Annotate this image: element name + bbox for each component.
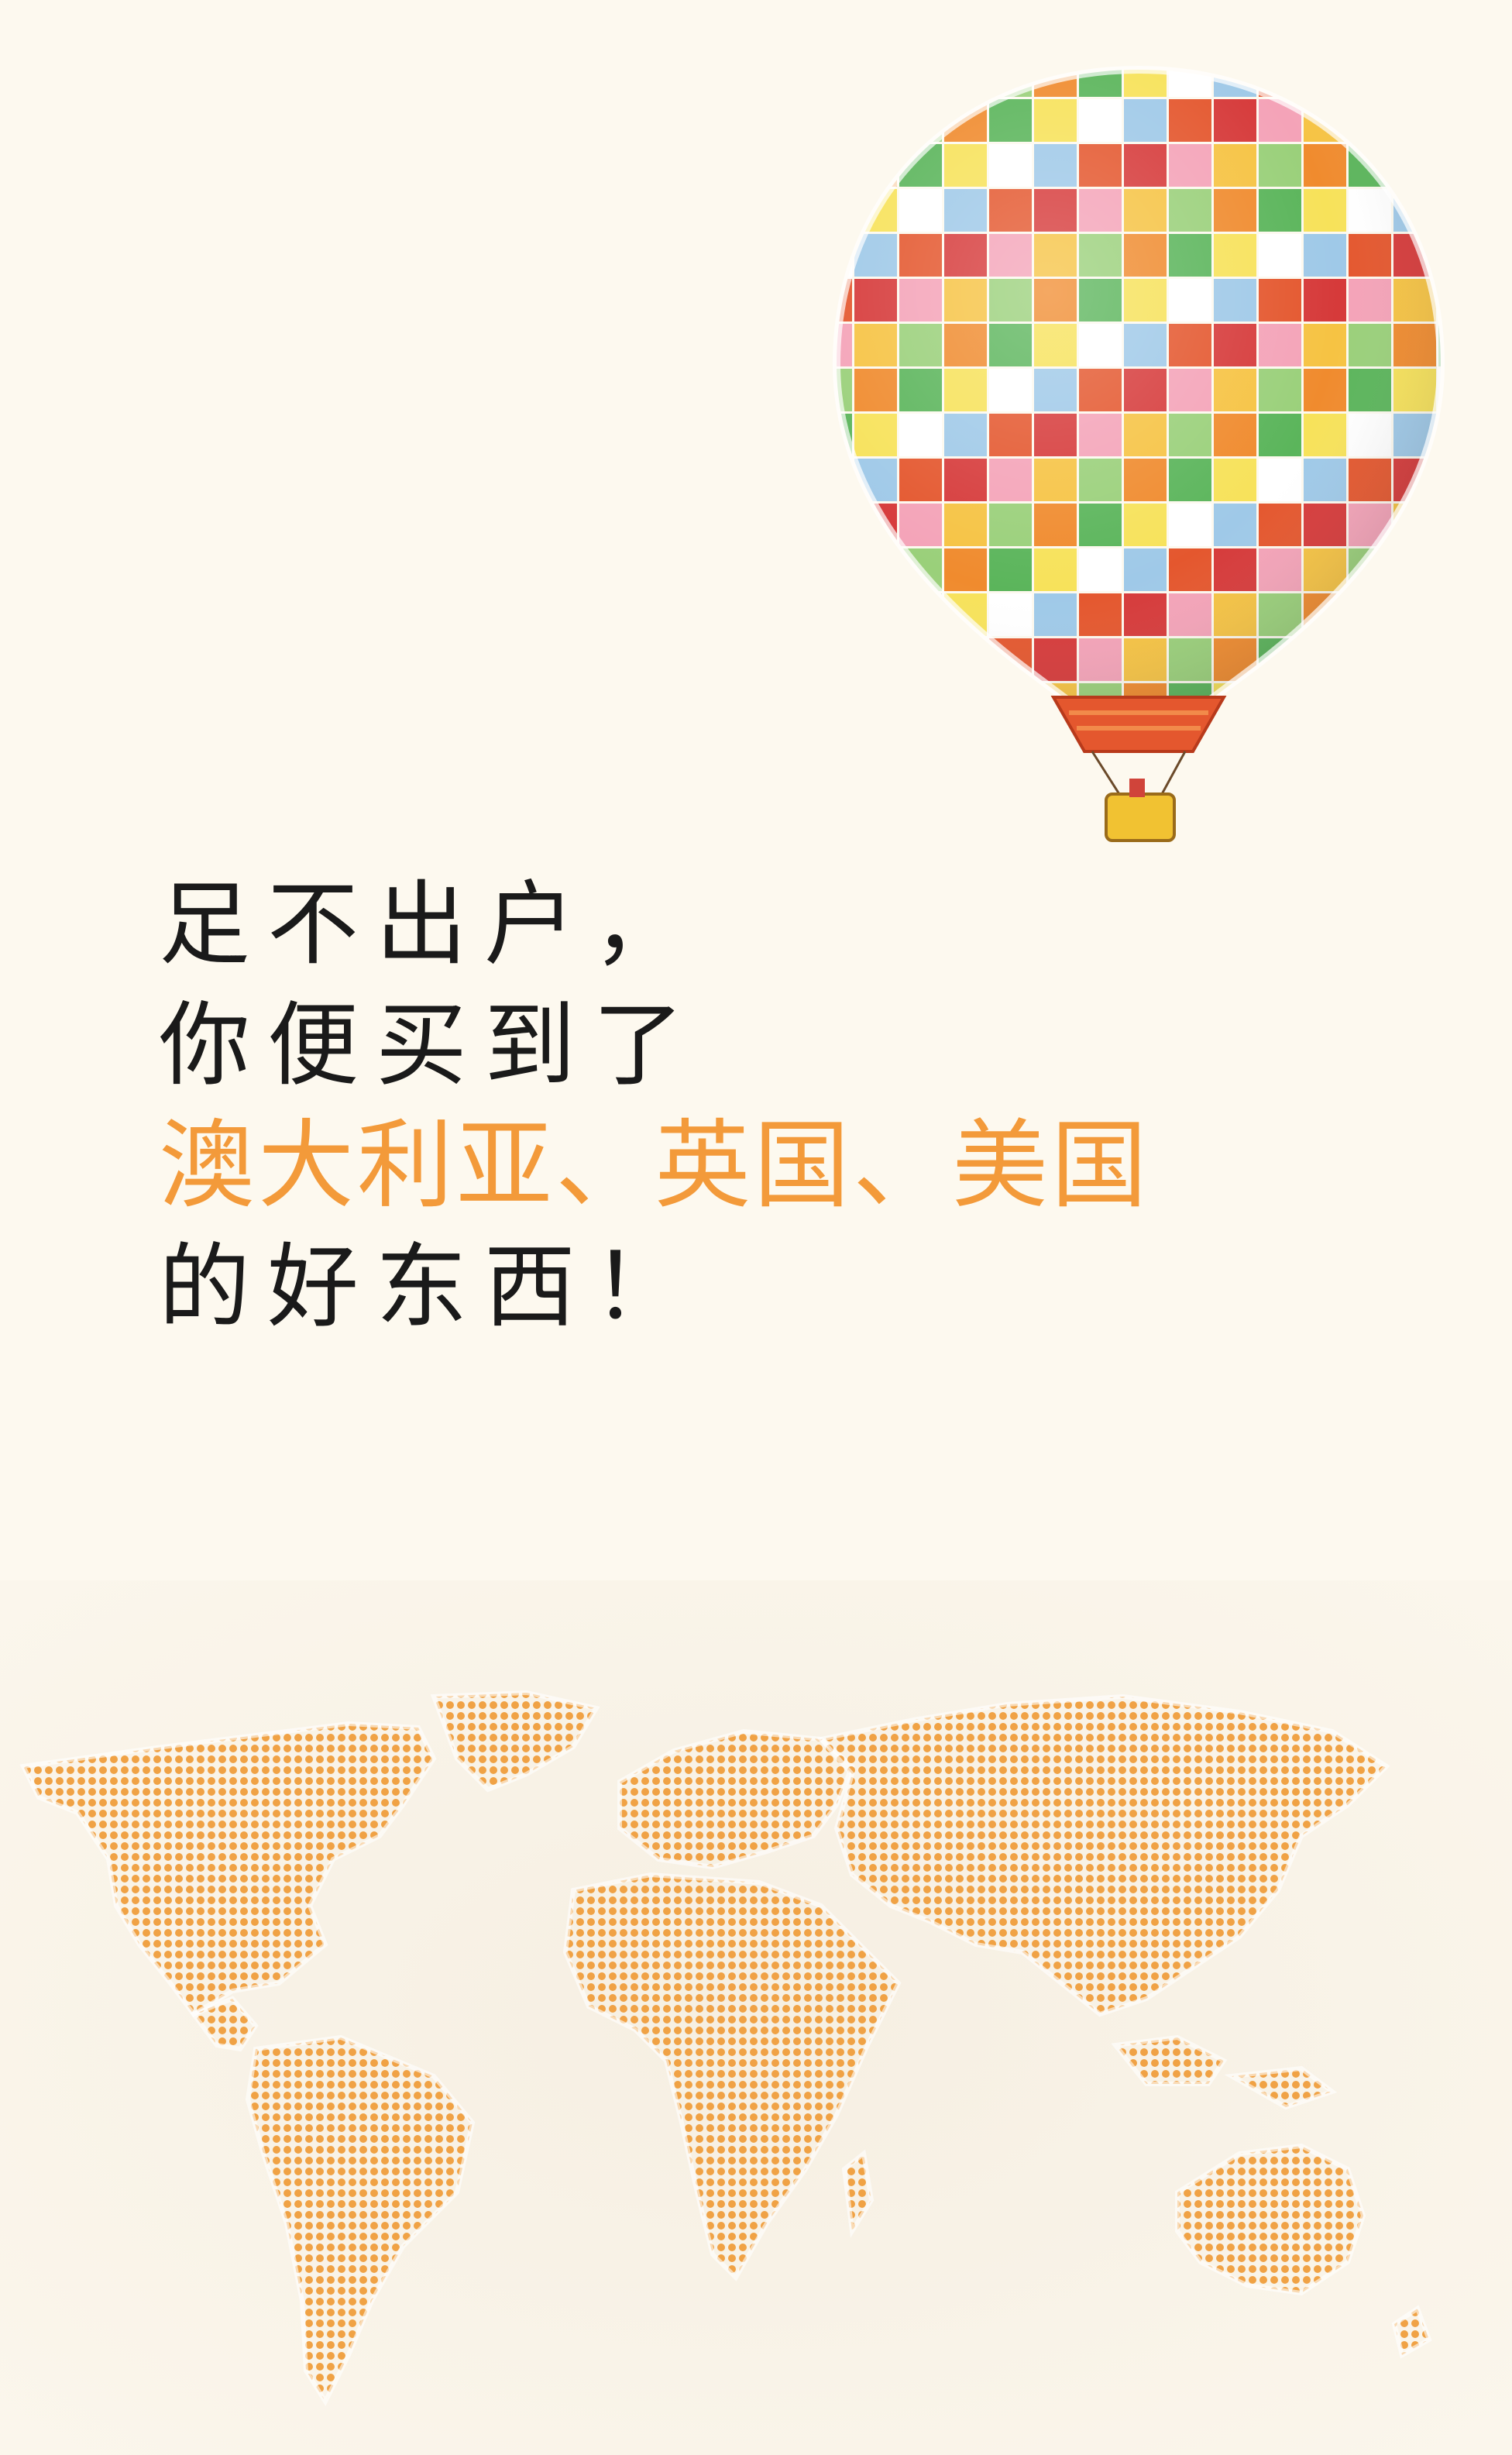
hot-air-balloon-illustration [832, 65, 1445, 842]
headline-line-2: 你便买到了 [159, 992, 702, 1099]
poster: 足不出户， 你便买到了 澳大利亚、英国、美国 的好东西！ [0, 0, 1512, 2455]
headline-line-4: 的好东西！ [159, 1233, 702, 1340]
headline-countries: 澳大利亚、英国、美国 [159, 1110, 1151, 1222]
headline: 足不出户， 你便买到了 澳大利亚、英国、美国 的好东西！ [159, 864, 1398, 1347]
headline-line-1: 足不出户， [159, 871, 702, 978]
dotted-world-map-illustration [0, 1580, 1512, 2455]
balloon-skirt [1050, 696, 1227, 753]
balloon-basket [1105, 793, 1176, 842]
